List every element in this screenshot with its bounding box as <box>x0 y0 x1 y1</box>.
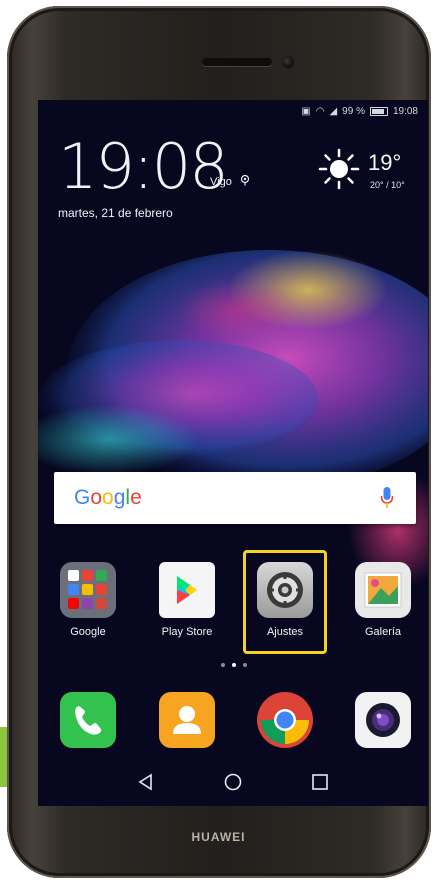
page-dot <box>221 663 225 667</box>
gallery-icon <box>355 562 411 618</box>
app-galeria[interactable]: Galería <box>343 562 423 638</box>
wifi-icon: ◠ <box>315 105 325 117</box>
camera-icon <box>355 692 411 748</box>
page-dot-active <box>232 663 236 667</box>
status-bar: ▣ ◠ ◢ 99 % 19:08 <box>301 106 418 117</box>
battery-percent: 99 % <box>342 106 365 117</box>
battery-icon <box>369 107 388 116</box>
location-pin-icon <box>240 174 250 186</box>
app-google-folder[interactable]: Google <box>48 562 128 638</box>
phone-body: ▣ ◠ ◢ 99 % 19:08 19:08 Vigo martes, 21 d… <box>7 6 431 878</box>
dock-chrome[interactable] <box>245 692 325 748</box>
play-store-icon <box>159 562 215 618</box>
google-logo: Google <box>74 486 142 509</box>
recents-icon[interactable] <box>310 772 330 792</box>
dock-contacts[interactable] <box>147 692 227 748</box>
app-label: Play Store <box>161 626 213 638</box>
home-screen: ▣ ◠ ◢ 99 % 19:08 19:08 Vigo martes, 21 d… <box>38 100 428 806</box>
clock-city: Vigo <box>210 176 232 188</box>
dock-camera[interactable] <box>343 692 423 748</box>
back-icon[interactable] <box>136 772 156 792</box>
sim-icon: ▣ <box>301 105 311 117</box>
google-search-bar[interactable]: Google <box>54 472 416 524</box>
home-icon[interactable] <box>223 772 243 792</box>
clock-time[interactable]: 19:08 <box>58 136 229 198</box>
page-dot <box>243 663 247 667</box>
microphone-icon[interactable] <box>380 486 394 510</box>
app-label: Google <box>70 626 106 638</box>
sun-icon[interactable] <box>318 148 360 190</box>
contacts-icon <box>159 692 215 748</box>
front-camera <box>282 56 294 68</box>
ajustes-highlight-box <box>243 550 327 654</box>
earpiece <box>202 58 272 66</box>
huawei-brand-logo: HUAWEI <box>191 830 246 844</box>
status-time: 19:08 <box>392 106 418 117</box>
clock-date: martes, 21 de febrero <box>58 206 173 220</box>
dock-phone[interactable] <box>48 692 128 748</box>
page-indicator <box>221 663 247 667</box>
chrome-icon <box>257 692 313 748</box>
current-temperature: 19° <box>368 150 402 175</box>
google-folder-icon <box>60 562 116 618</box>
app-play-store[interactable]: Play Store <box>147 562 227 638</box>
temperature-range: 20° / 10° <box>370 180 405 190</box>
phone-icon <box>60 692 116 748</box>
navigation-bar <box>38 764 428 806</box>
signal-icon: ◢ <box>329 105 338 117</box>
app-label: Galería <box>364 626 402 638</box>
